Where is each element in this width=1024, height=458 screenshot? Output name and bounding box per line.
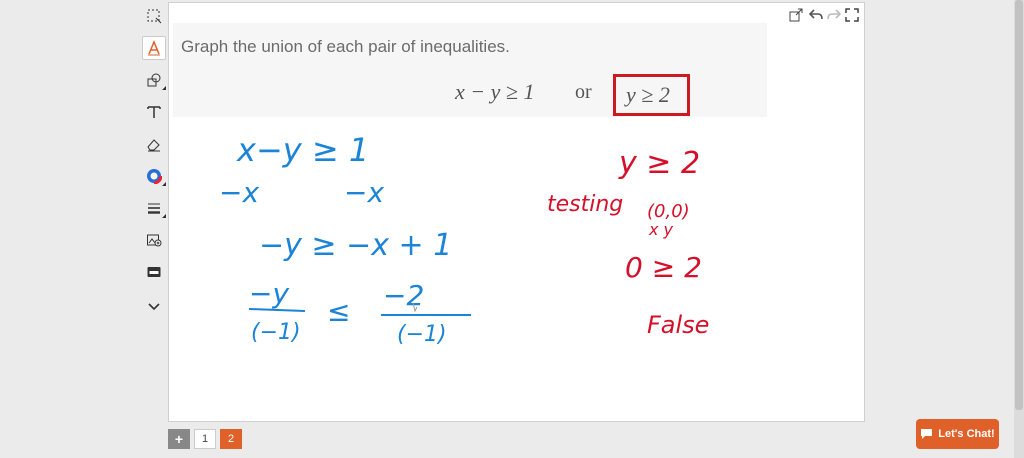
- hw-blue-minus-x-left: −x: [219, 176, 259, 209]
- hw-red-line-4: 0 ≥ 2: [625, 251, 702, 284]
- hw-red-line-1: y ≥ 2: [618, 146, 700, 181]
- hw-red-xy-labels: x y: [648, 220, 674, 239]
- text-icon[interactable]: [142, 100, 166, 124]
- color-wheel-icon[interactable]: [142, 164, 166, 188]
- shapes-icon[interactable]: [142, 68, 166, 92]
- hw-fraction-bar-left: [248, 308, 306, 312]
- handwriting-layer: x−y ≥ 1 −x −x −y ≥ −x + 1 −y ≤ −2 (−1) (…: [219, 131, 709, 347]
- hw-red-false: False: [647, 311, 709, 339]
- hw-blue-numerator-left: −y: [249, 277, 289, 310]
- select-region-icon[interactable]: [142, 4, 166, 28]
- chat-bubble-icon: [921, 429, 933, 439]
- insert-image-icon[interactable]: [142, 228, 166, 252]
- hw-blue-line-1: x−y ≥ 1: [236, 131, 369, 169]
- hw-blue-numerator-right: −2: [383, 279, 424, 312]
- chevron-down-icon[interactable]: [142, 294, 166, 318]
- add-page-button[interactable]: +: [168, 429, 190, 449]
- hw-red-point: (0,0): [647, 201, 690, 222]
- pen-icon[interactable]: [142, 36, 166, 60]
- hw-blue-minus-x-right: −x: [344, 176, 384, 209]
- eraser-icon[interactable]: [142, 132, 166, 156]
- scrollbar-thumb[interactable]: [1015, 0, 1023, 410]
- hw-blue-le: ≤: [327, 295, 350, 328]
- chat-label: Let's Chat!: [938, 428, 995, 440]
- page-navigation: + 1 2: [168, 429, 242, 449]
- page-scrollbar[interactable]: [1014, 0, 1024, 458]
- line-width-icon[interactable]: [142, 196, 166, 220]
- lets-chat-button[interactable]: Let's Chat!: [916, 419, 999, 449]
- hw-blue-line-3: −y ≥ −x + 1: [259, 228, 452, 263]
- whiteboard-canvas[interactable]: Graph the union of each pair of inequali…: [168, 2, 865, 422]
- page-2-button[interactable]: 2: [220, 429, 242, 449]
- hw-red-testing: testing: [547, 192, 623, 217]
- hw-blue-denominator-left: (−1): [251, 320, 301, 345]
- page-1-button[interactable]: 1: [194, 429, 216, 449]
- drawing-toolbar: [138, 0, 168, 330]
- keyboard-icon[interactable]: [142, 260, 166, 284]
- hw-blue-denominator-right: (−1): [397, 322, 447, 347]
